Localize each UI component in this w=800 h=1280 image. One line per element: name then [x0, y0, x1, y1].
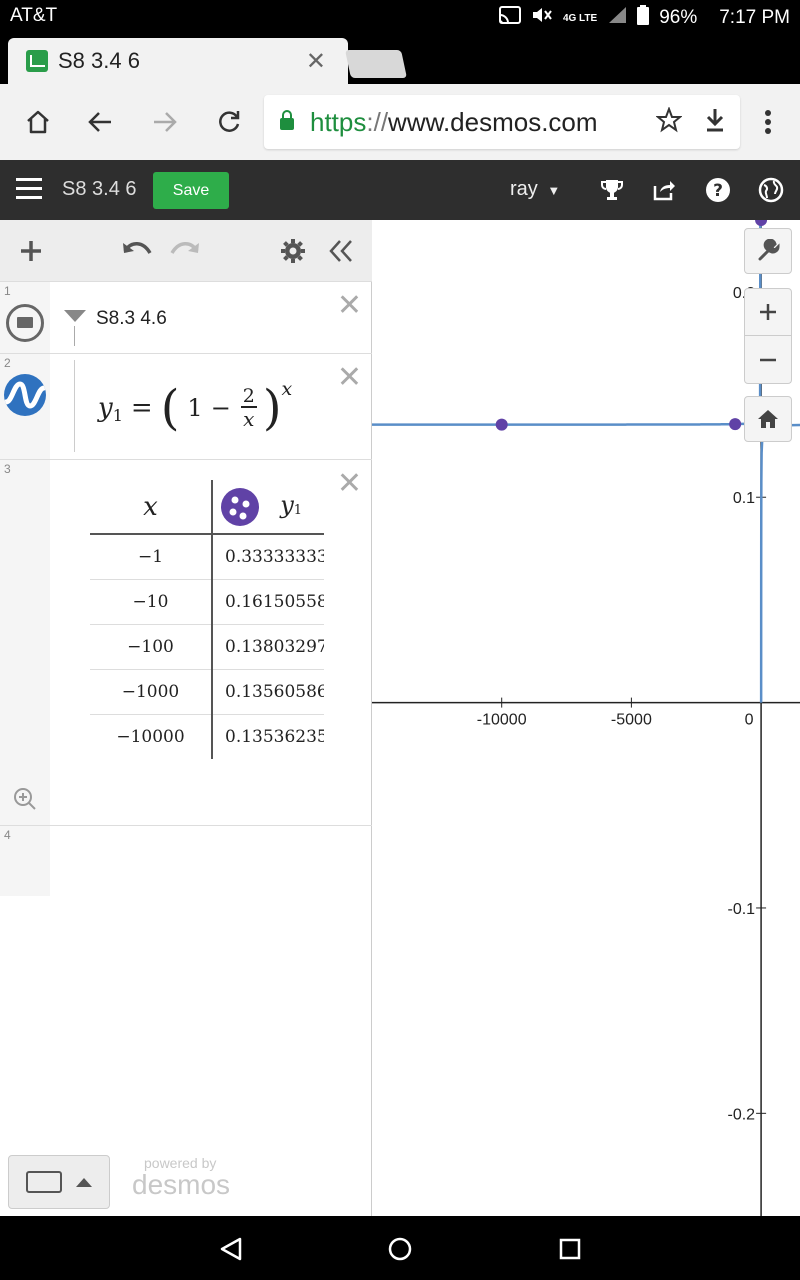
browser-toolbar: https://www.desmos.com [0, 84, 800, 160]
back-arrow-icon[interactable] [80, 102, 120, 142]
url-bar[interactable]: https://www.desmos.com [264, 95, 740, 149]
reload-icon[interactable] [209, 102, 249, 142]
graph-settings-wrench-icon[interactable] [744, 228, 792, 274]
default-viewport-home-icon[interactable] [744, 396, 792, 442]
save-button[interactable]: Save [153, 172, 229, 209]
point-style-icon[interactable] [221, 487, 259, 526]
chevron-down-icon: ▼ [547, 183, 561, 198]
expression-number: 3 [4, 462, 11, 476]
cast-icon [498, 6, 521, 30]
y-tick-label: -0.1 [728, 901, 756, 918]
table-header-y1[interactable]: y1 [212, 480, 324, 535]
add-item-icon[interactable] [14, 234, 48, 268]
expression-toolbar [0, 220, 372, 282]
delete-icon[interactable]: ✕ [337, 466, 362, 501]
formula-input[interactable]: y1 = ( 1 − 2 x ) x [98, 376, 292, 440]
user-menu[interactable]: ray ▼ [510, 178, 560, 201]
expression-number: 1 [4, 284, 11, 298]
delete-icon[interactable]: ✕ [337, 288, 362, 323]
browser-tab[interactable]: S8 3.4 6 ✕ [8, 38, 348, 84]
keyboard-toggle-button[interactable] [8, 1155, 110, 1209]
lock-icon [280, 110, 294, 130]
data-point [495, 418, 508, 431]
expression-number: 4 [4, 828, 11, 842]
folder-icon[interactable] [6, 304, 44, 342]
delete-icon[interactable]: ✕ [337, 360, 362, 395]
data-point [755, 220, 768, 226]
battery-level: 96% [659, 7, 698, 28]
url-text[interactable]: https://www.desmos.com [310, 107, 656, 138]
mute-icon [531, 6, 553, 30]
settings-gear-icon[interactable] [276, 234, 310, 268]
redo-icon[interactable] [168, 234, 202, 268]
undo-icon[interactable] [120, 234, 154, 268]
zoom-out-button[interactable] [744, 336, 792, 384]
folder-title[interactable]: S8.3 4.6 [96, 308, 167, 330]
android-nav-bar [0, 1216, 800, 1280]
graph-title[interactable]: S8 3.4 6 [62, 178, 137, 201]
new-tab-button[interactable] [345, 50, 407, 78]
expression-formula[interactable]: 2 y1 = ( 1 − 2 x ) x ✕ [0, 354, 372, 460]
graph-paper[interactable]: -10000-500000.20.1-0.1-0.2 [372, 220, 800, 1216]
x-tick-label: 0 [745, 712, 754, 729]
desmos-favicon-icon [26, 50, 48, 72]
overflow-menu-icon[interactable] [748, 102, 788, 142]
tab-strip: S8 3.4 6 ✕ [0, 32, 800, 84]
graph-canvas[interactable]: -10000-500000.20.1-0.1-0.2 [372, 220, 800, 1216]
hamburger-menu-icon[interactable] [16, 178, 42, 200]
bookmark-star-icon[interactable] [655, 105, 683, 138]
network-icon: 4G LTE [562, 12, 598, 24]
desmos-header: S8 3.4 6 Save ray ▼ ? [0, 160, 800, 220]
curve-right-branch [759, 423, 800, 703]
y-tick-label: -0.2 [728, 1106, 756, 1123]
nav-recents-icon[interactable] [558, 1237, 582, 1266]
close-tab-icon[interactable]: ✕ [306, 47, 326, 76]
data-table[interactable]: x y1 −1 0.33333333 −10 0.16150558 −100 0.13… [90, 480, 324, 759]
y-tick-label: 0.1 [733, 490, 755, 507]
table-row[interactable]: −10000 0.13536235 [90, 714, 324, 759]
table-row[interactable]: −1 0.33333333 [90, 534, 324, 580]
nav-back-icon[interactable] [218, 1236, 244, 1267]
zoom-in-button[interactable] [744, 288, 792, 336]
folder-caret-icon[interactable] [64, 310, 86, 322]
nav-home-icon[interactable] [387, 1236, 413, 1267]
battery-icon [637, 5, 650, 31]
curve-left-branch [372, 220, 762, 426]
help-icon[interactable]: ? [704, 176, 732, 204]
graph-wave-icon[interactable] [4, 374, 46, 416]
trophy-icon[interactable] [598, 176, 626, 204]
expression-number: 2 [4, 356, 11, 370]
signal-icon [607, 6, 627, 30]
powered-by-desmos: powered by desmos [132, 1155, 231, 1200]
collapse-panel-icon[interactable] [324, 234, 358, 268]
table-header-x[interactable]: x [90, 480, 213, 535]
x-tick-label: -5000 [611, 712, 652, 729]
expression-list: 1 S8.3 4.6 ✕ 2 y1 = ( 1 − 2 x ) x ✕ 3 x … [0, 220, 372, 1216]
tab-title: S8 3.4 6 [58, 48, 140, 73]
expression-empty[interactable]: 4 [0, 826, 372, 896]
x-tick-label: -10000 [477, 712, 527, 729]
home-icon[interactable] [18, 102, 58, 142]
download-icon[interactable] [704, 107, 726, 138]
carrier-label: AT&T [10, 5, 58, 26]
table-row[interactable]: −100 0.13803297 [90, 624, 324, 670]
status-bar: AT&T 4G LTE 96% 7:17 PM [0, 0, 800, 32]
data-point [729, 418, 742, 431]
expression-table[interactable]: 3 x y1 −1 0.33333333 −10 0.16150558 −100 0.… [0, 460, 372, 826]
table-row[interactable]: −10 0.16150558 [90, 579, 324, 625]
forward-arrow-icon[interactable] [145, 102, 185, 142]
globe-icon[interactable] [757, 176, 785, 204]
zoom-fit-icon[interactable] [12, 786, 38, 817]
clock: 7:17 PM [719, 7, 790, 28]
keyboard-icon [26, 1171, 62, 1193]
chevron-up-icon [76, 1177, 92, 1187]
expression-folder[interactable]: 1 S8.3 4.6 ✕ [0, 282, 372, 354]
table-row[interactable]: −1000 0.13560586 [90, 669, 324, 715]
share-icon[interactable] [650, 176, 678, 204]
svg-text:?: ? [713, 181, 723, 201]
